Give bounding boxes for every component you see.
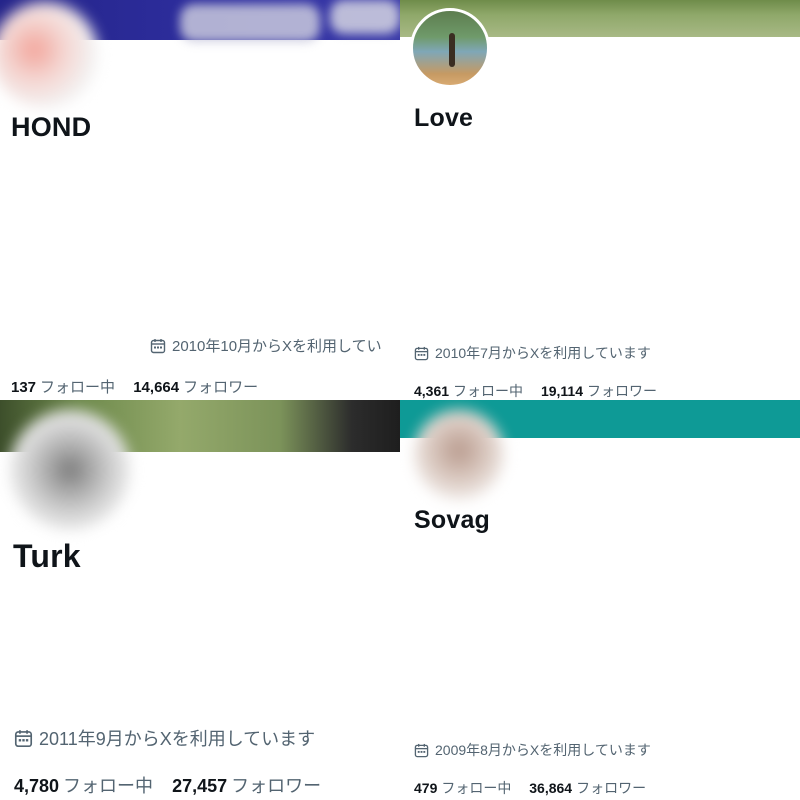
followers-label: フォロワー: [183, 379, 259, 396]
avatar[interactable]: [410, 8, 490, 88]
person-figure: [449, 33, 455, 67]
followers-label: フォロワー: [576, 780, 647, 796]
following-link[interactable]: 4,780 フォロー中: [14, 776, 153, 796]
avatar[interactable]: [0, 2, 98, 108]
followers-label: フォロワー: [231, 776, 322, 796]
followers-link[interactable]: 27,457 フォロワー: [172, 776, 321, 796]
calendar-icon: [414, 743, 429, 757]
followers-label: フォロワー: [587, 383, 657, 399]
followers-count: 36,864: [529, 780, 573, 796]
follow-stats: 4,361 フォロー中 19,114 フォロワー: [414, 381, 671, 400]
join-date-text: 2011年9月からXを利用しています: [39, 729, 316, 749]
following-label: フォロー中: [453, 383, 524, 399]
profile-card-love: Love 2010年7月からXを利用しています 4,361 フォロー中 19,11…: [400, 0, 800, 400]
followers-link[interactable]: 36,864 フォロワー: [529, 780, 646, 796]
blurred-banner-text: [330, 0, 400, 34]
calendar-icon: [14, 729, 33, 747]
following-label: フォロー中: [40, 379, 116, 396]
join-date: 2010年10月からXを利用してい: [150, 335, 382, 356]
following-link[interactable]: 479 フォロー中: [414, 780, 511, 796]
blurred-banner-text: [180, 4, 320, 42]
avatar[interactable]: [10, 410, 130, 530]
following-count: 137: [11, 379, 37, 396]
join-date: 2009年8月からXを利用しています: [414, 740, 651, 760]
join-date-text: 2010年7月からXを利用しています: [435, 345, 651, 361]
followers-link[interactable]: 14,664 フォロワー: [133, 379, 258, 396]
following-label: フォロー中: [63, 776, 154, 796]
follow-stats: 4,780 フォロー中 27,457 フォロワー: [14, 772, 335, 798]
following-count: 479: [414, 780, 438, 796]
profile-card-hond: HOND 2010年10月からXを利用してい 137 フォロー中 14,664 フォ…: [0, 0, 400, 400]
follow-stats: 137 フォロー中 14,664 フォロワー: [11, 376, 272, 397]
following-count: 4,780: [14, 776, 60, 796]
display-name: Love: [414, 104, 474, 132]
following-count: 4,361: [414, 383, 450, 399]
followers-count: 14,664: [133, 379, 180, 396]
following-link[interactable]: 4,361 フォロー中: [414, 383, 523, 399]
join-date: 2011年9月からXを利用しています: [14, 725, 315, 751]
following-label: フォロー中: [441, 780, 512, 796]
calendar-icon: [150, 338, 166, 353]
display-name: Turk: [13, 538, 81, 574]
join-date: 2010年7月からXを利用しています: [414, 343, 651, 363]
display-name: Sovag: [414, 506, 491, 534]
profile-card-turk: Turk 2011年9月からXを利用しています 4,780 フォロー中 27,45…: [0, 400, 400, 800]
join-date-text: 2010年10月からXを利用してい: [172, 338, 382, 355]
followers-count: 27,457: [172, 776, 228, 796]
profile-card-sovag: Sovag 2009年8月からXを利用しています 479 フォロー中 36,864…: [400, 400, 800, 800]
avatar[interactable]: [414, 410, 504, 500]
calendar-icon: [414, 346, 429, 360]
followers-link[interactable]: 19,114 フォロワー: [541, 383, 657, 399]
join-date-text: 2009年8月からXを利用しています: [435, 742, 651, 758]
follow-stats: 479 フォロー中 36,864 フォロワー: [414, 778, 660, 798]
display-name: HOND: [11, 112, 92, 142]
following-link[interactable]: 137 フォロー中: [11, 379, 115, 396]
followers-count: 19,114: [540, 383, 583, 399]
